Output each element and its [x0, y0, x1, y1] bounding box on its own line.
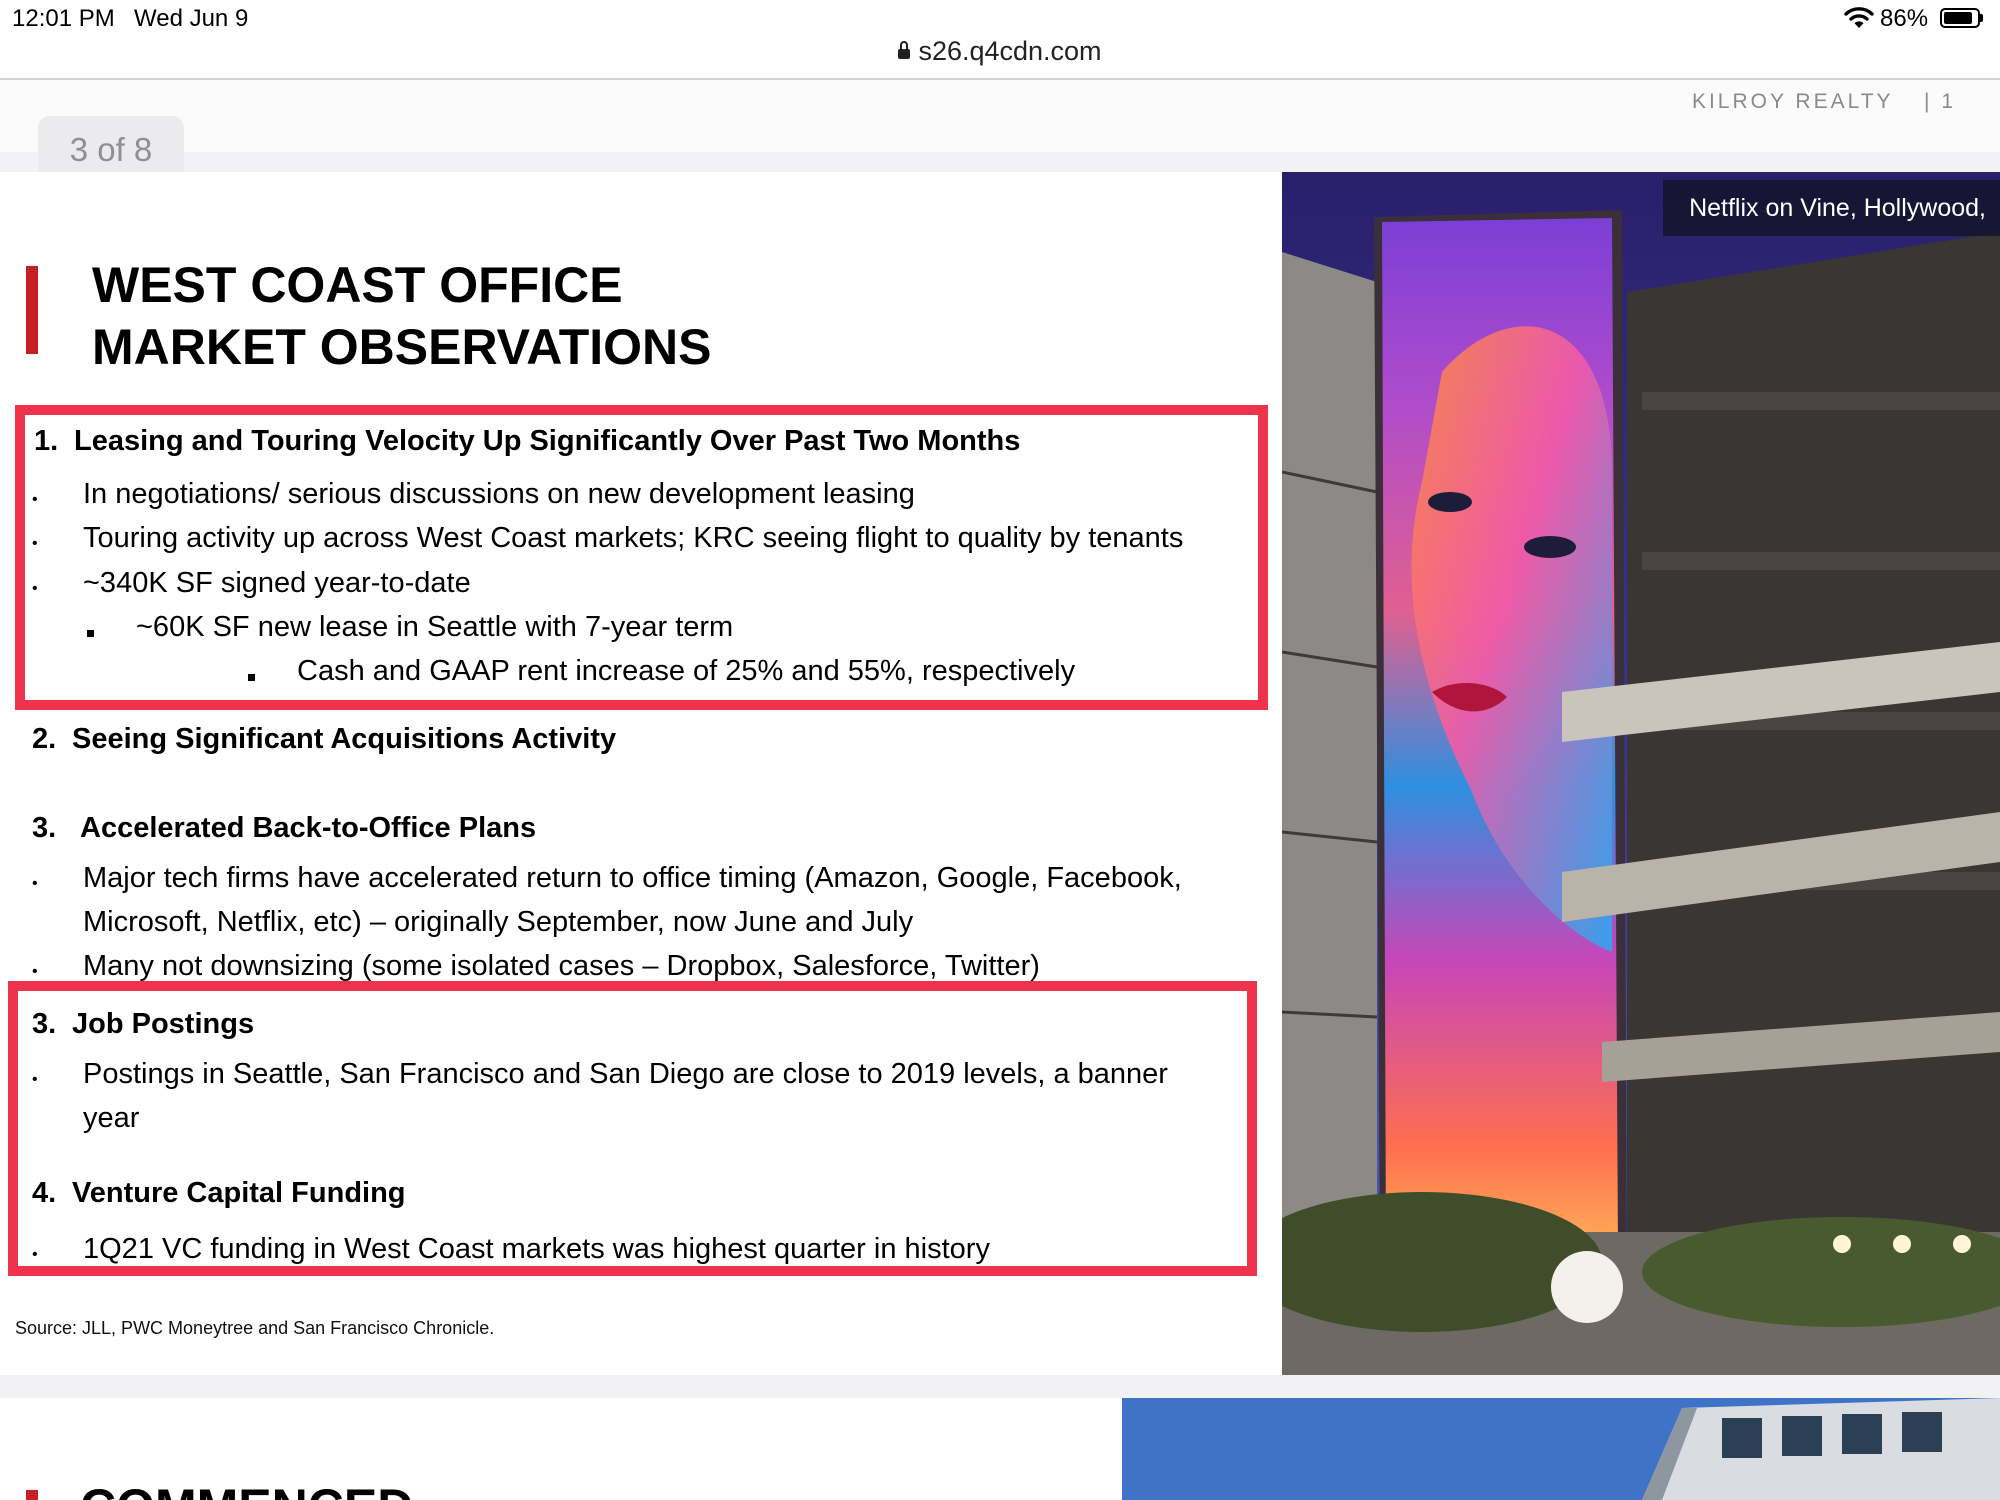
annotation-highlight-box — [8, 981, 1257, 1276]
photo-caption: Netflix on Vine, Hollywood, — [1663, 180, 2000, 236]
section-number: 3. — [32, 812, 57, 844]
slide: WEST COAST OFFICE MARKET OBSERVATIONS 1.… — [0, 172, 2000, 1375]
section-heading: 3. Accelerated Back-to-Office Plans — [32, 812, 536, 845]
next-slide: COMMENCED — [0, 1398, 2000, 1500]
battery-icon — [1940, 8, 1983, 28]
section-title: Seeing Significant Acquisitions Activity — [72, 723, 617, 755]
brand-name: KILROY REALTY — [1691, 90, 1894, 113]
lock-icon — [898, 41, 911, 59]
title-accent-bar — [26, 266, 38, 354]
title-line-1: WEST COAST OFFICE — [92, 257, 623, 313]
address-bar[interactable]: s26.q4cdn.com — [0, 34, 2000, 68]
list-item-continuation: Microsoft, Netflix, etc) – originally Se… — [83, 906, 914, 938]
section-heading: 2. Seeing Significant Acquisitions Activi… — [32, 723, 616, 756]
battery-level-fill — [1944, 12, 1972, 24]
title-line-2: MARKET OBSERVATIONS — [92, 319, 712, 375]
bullet-dot: • — [32, 963, 38, 980]
annotation-highlight-box — [15, 405, 1268, 710]
next-slide-photo — [1122, 1398, 2000, 1500]
next-slide-title: COMMENCED — [80, 1478, 413, 1500]
browser-top-bar: 12:01 PM Wed Jun 9 86% s26.q4cdn.com — [0, 0, 2000, 80]
list-item: Major tech firms have accelerated return… — [83, 862, 1182, 894]
battery-percent: 86% — [1880, 5, 1929, 32]
building-photo: Netflix on Vine, Hollywood, — [1282, 172, 2000, 1375]
netflix-vine-photo — [1282, 172, 2000, 1375]
source-note: Source: JLL, PWC Moneytree and San Franc… — [15, 1318, 495, 1338]
wifi-icon — [1844, 6, 1874, 35]
section-title: Accelerated Back-to-Office Plans — [80, 812, 537, 844]
bullet-dot: • — [32, 875, 38, 892]
url-text: s26.q4cdn.com — [918, 35, 1102, 66]
next-title-accent-bar — [26, 1490, 38, 1500]
page-number: | 1 — [1924, 90, 1956, 113]
section-number: 2. — [32, 723, 57, 755]
slide-title: WEST COAST OFFICE MARKET OBSERVATIONS — [92, 254, 711, 378]
status-time: 12:01 PM — [12, 5, 115, 32]
brand-header: KILROY REALTY | 1 — [1692, 90, 1956, 114]
status-date: Wed Jun 9 — [134, 5, 249, 32]
